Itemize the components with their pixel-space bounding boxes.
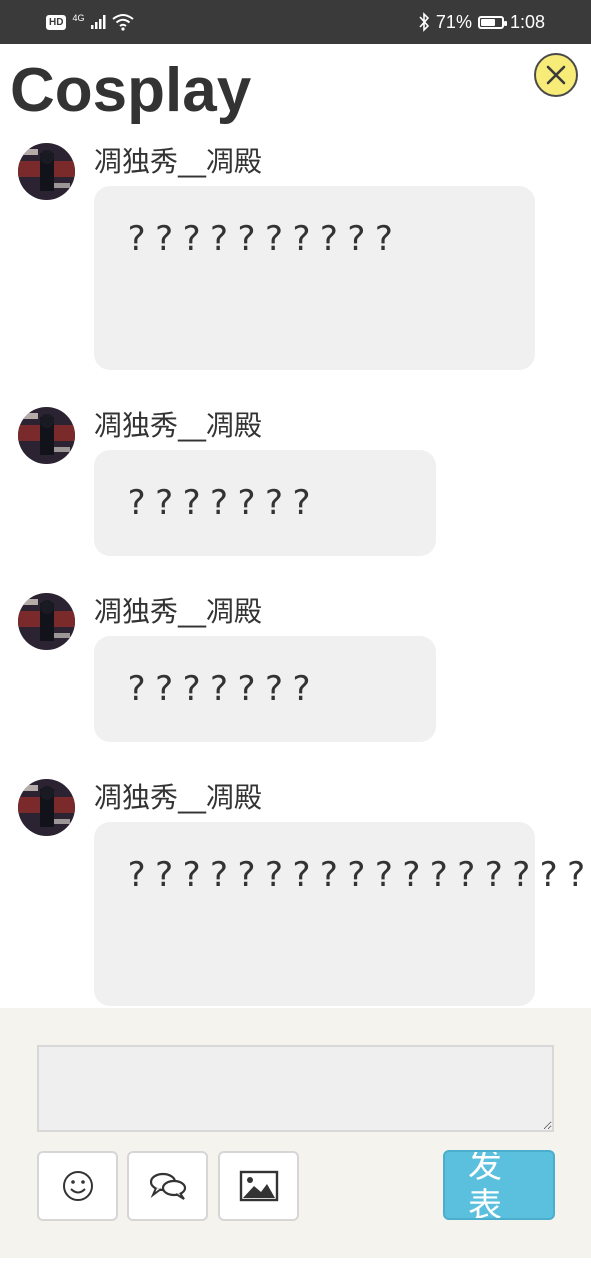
- chat-button[interactable]: [127, 1151, 208, 1221]
- battery-icon: [477, 15, 507, 29]
- avatar-image: [18, 779, 75, 836]
- avatar-image: [18, 593, 75, 650]
- image-button[interactable]: [218, 1151, 299, 1221]
- message-text: ???????: [126, 669, 319, 709]
- message-bubble: ???????: [94, 450, 436, 556]
- close-button[interactable]: [534, 53, 578, 97]
- smiley-icon: [62, 1171, 93, 1201]
- signal-icon: [91, 15, 106, 29]
- message-username[interactable]: 凋独秀__凋殿: [94, 140, 262, 180]
- battery-percent: 71%: [435, 11, 472, 32]
- message-username[interactable]: 凋独秀__凋殿: [94, 776, 262, 816]
- message-bubble: ???????: [94, 636, 436, 742]
- composer: 发表: [0, 1008, 591, 1258]
- bluetooth-icon: [419, 12, 430, 32]
- avatar[interactable]: [18, 407, 75, 464]
- message-bubble: ??????????????????: [94, 822, 591, 1006]
- avatar[interactable]: [18, 143, 75, 200]
- message-text: ???????: [126, 483, 319, 523]
- message-input[interactable]: [37, 1045, 554, 1132]
- send-button[interactable]: 发表: [443, 1150, 555, 1220]
- status-bar: HD 4G 71% 1:08: [0, 0, 591, 44]
- close-icon: [546, 65, 566, 85]
- message-text: ??????????????????: [126, 855, 591, 895]
- status-left: HD 4G: [46, 10, 135, 34]
- message-bubble: ??????????: [94, 186, 535, 370]
- avatar-image: [18, 407, 75, 464]
- image-icon: [239, 1170, 278, 1202]
- page-title: Cosplay: [10, 56, 252, 125]
- avatar[interactable]: [18, 593, 75, 650]
- avatar[interactable]: [18, 779, 75, 836]
- wifi-icon: [112, 14, 135, 31]
- battery-level: [480, 18, 495, 26]
- send-button-label: 发表: [468, 1150, 502, 1220]
- chat-bubbles-icon: [149, 1172, 186, 1200]
- message-username[interactable]: 凋独秀__凋殿: [94, 590, 262, 630]
- message-username[interactable]: 凋独秀__凋殿: [94, 404, 262, 444]
- message-text: ??????????: [126, 219, 401, 259]
- clock: 1:08: [509, 11, 545, 32]
- hd-badge: HD: [46, 14, 67, 30]
- avatar-image: [18, 143, 75, 200]
- status-right: 71% 1:08: [418, 10, 545, 34]
- emoji-button[interactable]: [37, 1151, 118, 1221]
- network-type: 4G: [72, 13, 85, 23]
